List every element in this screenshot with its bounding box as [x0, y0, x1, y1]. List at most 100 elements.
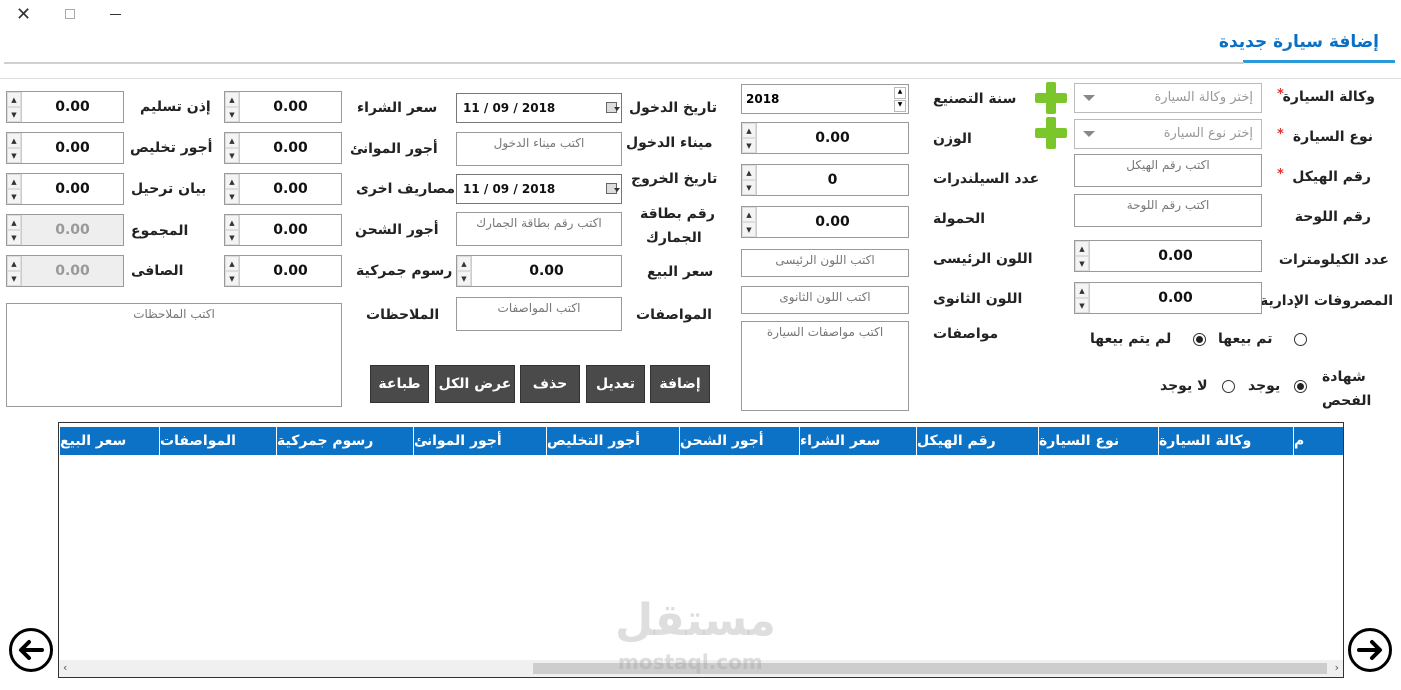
column-header[interactable]: نوع السيارة — [1038, 427, 1158, 455]
down-arrow-icon[interactable]: ▼ — [225, 107, 239, 122]
up-arrow-icon[interactable]: ▲ — [742, 165, 756, 180]
up-arrow-icon[interactable]: ▲ — [742, 207, 756, 222]
port-fees-stepper[interactable]: ▲ ▼ 0.00 — [224, 132, 342, 164]
next-arrow-icon[interactable] — [1348, 628, 1392, 672]
close-icon[interactable]: ✕ — [16, 4, 31, 25]
down-arrow-icon[interactable]: ▼ — [457, 271, 471, 286]
down-arrow-icon[interactable]: ▼ — [225, 271, 239, 286]
column-header[interactable]: رقم الهيكل — [916, 427, 1038, 455]
maximize-icon[interactable] — [65, 9, 75, 19]
up-arrow-icon[interactable]: ▲ — [1075, 241, 1089, 256]
up-arrow-icon[interactable]: ▲ — [225, 215, 239, 230]
down-arrow-icon[interactable]: ▼ — [742, 180, 756, 195]
second-color-input[interactable]: اكتب اللون الثانوى — [741, 286, 909, 314]
column-header[interactable]: وكالة السيارة — [1158, 427, 1293, 455]
down-arrow-icon[interactable]: ▼ — [225, 230, 239, 245]
minimize-icon[interactable] — [110, 14, 121, 15]
down-arrow-icon[interactable]: ▼ — [7, 148, 21, 163]
notes-input[interactable]: اكتب الملاحظات — [6, 303, 342, 407]
down-arrow-icon[interactable]: ▼ — [1075, 256, 1089, 271]
customs-card-input[interactable]: اكتب رقم بطاقة الجمارك — [456, 212, 622, 246]
up-arrow-icon[interactable]: ▲ — [742, 123, 756, 138]
exit-date-picker[interactable]: 11 / 09 / 2018 — [456, 174, 622, 204]
delivery-stepper[interactable]: ▲ ▼ 0.00 — [6, 91, 124, 123]
admin-exp-stepper[interactable]: ▲ ▼ 0.00 — [1074, 282, 1262, 314]
up-arrow-icon[interactable]: ▲ — [225, 174, 239, 189]
load-stepper[interactable]: ▲ ▼ 0.00 — [741, 206, 909, 238]
show-all-button[interactable]: عرض الكل — [435, 365, 515, 403]
inspection-yes-radio[interactable] — [1294, 380, 1307, 393]
plate-label: رقم اللوحة — [1294, 209, 1371, 225]
column-header[interactable]: سعر البيع — [59, 427, 159, 455]
type-select[interactable]: إختر نوع السيارة — [1074, 119, 1262, 149]
print-button[interactable]: طباعة — [370, 365, 429, 403]
main-color-input[interactable]: اكتب اللون الرئيسى — [741, 249, 909, 277]
customs-fees-stepper[interactable]: ▲ ▼ 0.00 — [224, 255, 342, 287]
transfer-label: بيان ترحيل — [131, 181, 207, 197]
km-stepper[interactable]: ▲ ▼ 0.00 — [1074, 240, 1262, 272]
add-button[interactable]: إضافة — [650, 365, 710, 403]
specs-input[interactable]: اكتب المواصفات — [456, 297, 622, 331]
other-exp-label: مصاريف اخرى — [356, 181, 456, 197]
inspection-no-radio[interactable] — [1222, 380, 1235, 393]
up-arrow-icon[interactable]: ▲ — [7, 92, 21, 107]
column-header[interactable]: المواصفات — [159, 427, 276, 455]
down-arrow-icon[interactable]: ▼ — [225, 148, 239, 163]
up-arrow-icon[interactable]: ▲ — [7, 174, 21, 189]
cylinders-stepper[interactable]: ▲ ▼ 0 — [741, 164, 909, 196]
up-arrow-icon[interactable]: ▲ — [225, 92, 239, 107]
column-header[interactable]: سعر الشراء — [799, 427, 916, 455]
column-header[interactable]: رسوم جمركية — [276, 427, 413, 455]
up-arrow-icon[interactable]: ▲ — [894, 87, 906, 99]
total-stepper: ▲ ▼ 0.00 — [6, 214, 124, 246]
column-header[interactable]: م — [1293, 427, 1343, 455]
other-exp-stepper[interactable]: ▲ ▼ 0.00 — [224, 173, 342, 205]
down-arrow-icon[interactable]: ▼ — [7, 107, 21, 122]
add-type-icon[interactable] — [1035, 117, 1067, 149]
add-agency-icon[interactable] — [1035, 82, 1067, 114]
sold-radio[interactable] — [1294, 333, 1307, 346]
plate-input[interactable]: اكتب رقم اللوحة — [1074, 194, 1262, 227]
agency-select[interactable]: إختر وكالة السيارة — [1074, 83, 1262, 113]
down-arrow-icon[interactable]: ▼ — [742, 222, 756, 237]
transfer-stepper[interactable]: ▲ ▼ 0.00 — [6, 173, 124, 205]
down-arrow-icon[interactable]: ▼ — [225, 189, 239, 204]
inspection-label: شهادة — [1322, 369, 1366, 385]
previous-arrow-icon[interactable] — [9, 628, 53, 672]
watermark-url: mostaql.com — [618, 650, 763, 674]
entry-port-input[interactable]: اكتب ميناء الدخول — [456, 132, 622, 166]
car-specs-input[interactable]: اكتب مواصفات السيارة — [741, 321, 909, 411]
delete-button[interactable]: حذف — [520, 365, 580, 403]
scroll-right-icon[interactable]: › — [1335, 661, 1339, 674]
down-arrow-icon[interactable]: ▼ — [742, 138, 756, 153]
column-header[interactable]: أجور الموانئ — [413, 427, 546, 455]
entry-date-picker[interactable]: 11 / 09 / 2018 — [456, 93, 622, 123]
chassis-input[interactable]: اكتب رقم الهيكل — [1074, 154, 1262, 187]
not-sold-radio[interactable] — [1193, 333, 1206, 346]
up-arrow-icon[interactable]: ▲ — [7, 133, 21, 148]
weight-stepper[interactable]: ▲ ▼ 0.00 — [741, 122, 909, 154]
scroll-left-icon[interactable]: ‹ — [63, 661, 67, 674]
clearance-stepper[interactable]: ▲ ▼ 0.00 — [6, 132, 124, 164]
down-arrow-icon[interactable]: ▼ — [1075, 298, 1089, 313]
exit-date-label: تاريخ الخروج — [631, 171, 718, 187]
sale-price-stepper[interactable]: ▲ ▼ 0.00 — [456, 255, 622, 287]
inspection-no-label: لا يوجد — [1160, 378, 1208, 394]
chevron-down-icon — [1083, 131, 1095, 137]
net-label: الصافى — [131, 263, 184, 279]
up-arrow-icon[interactable]: ▲ — [1075, 283, 1089, 298]
down-arrow-icon[interactable]: ▼ — [894, 100, 906, 112]
shipping-stepper[interactable]: ▲ ▼ 0.00 — [224, 214, 342, 246]
year-stepper[interactable]: 2018 ▲ ▼ — [741, 84, 909, 114]
up-arrow-icon[interactable]: ▲ — [225, 256, 239, 271]
column-header[interactable]: أجور الشحن — [679, 427, 799, 455]
column-header[interactable]: أجور التخليص — [546, 427, 679, 455]
down-arrow-icon[interactable]: ▼ — [7, 189, 21, 204]
title-underline — [1243, 60, 1395, 63]
up-arrow-icon[interactable]: ▲ — [225, 133, 239, 148]
up-arrow-icon[interactable]: ▲ — [457, 256, 471, 271]
customs-card-label: رقم بطاقة — [640, 206, 715, 222]
down-arrow-icon: ▼ — [7, 230, 21, 245]
purchase-price-stepper[interactable]: ▲ ▼ 0.00 — [224, 91, 342, 123]
edit-button[interactable]: تعديل — [586, 365, 645, 403]
